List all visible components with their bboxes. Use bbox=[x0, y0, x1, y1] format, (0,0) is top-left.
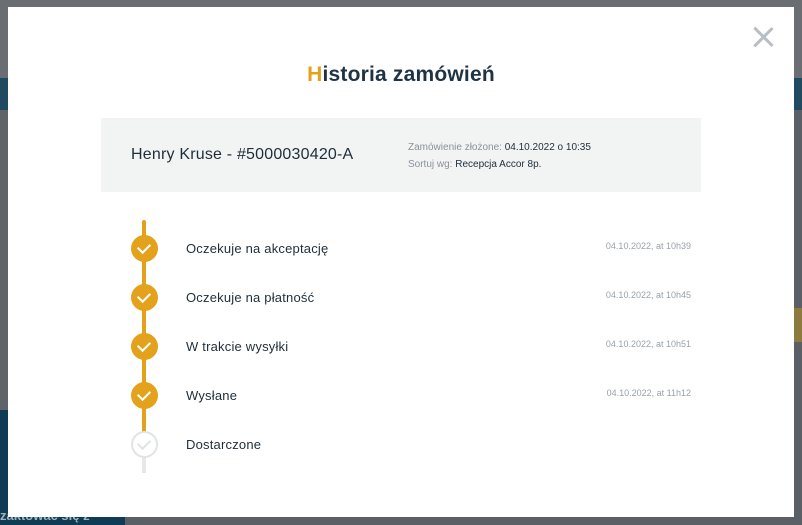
check-circle-icon bbox=[131, 333, 158, 360]
timeline-step: Dostarczone bbox=[131, 431, 691, 459]
title-text: istoria zamówień bbox=[322, 63, 495, 86]
step-label: Dostarczone bbox=[186, 437, 262, 452]
order-info-box: Henry Kruse - #5000030420-A Zamówienie z… bbox=[101, 118, 701, 192]
background-nav-bar bbox=[0, 78, 8, 110]
timeline-step: W trakcie wysyłki 04.10.2022, at 10h51 bbox=[131, 333, 691, 361]
step-label: Wysłane bbox=[186, 388, 238, 403]
order-sort-label: Sortuj wg: bbox=[408, 159, 453, 170]
background-nav-bar-right bbox=[793, 78, 802, 110]
check-circle-icon bbox=[131, 235, 158, 262]
order-meta: Zamówienie złożone: 04.10.2022 o 10:35 S… bbox=[408, 139, 591, 173]
order-history-modal: Historia zamówień Henry Kruse - #5000030… bbox=[8, 7, 794, 517]
close-icon[interactable] bbox=[752, 26, 774, 48]
order-placed-row: Zamówienie złożone: 04.10.2022 o 10:35 bbox=[408, 139, 591, 156]
step-time: 04.10.2022, at 10h51 bbox=[605, 339, 691, 349]
background-sidebar bbox=[0, 110, 8, 410]
check-circle-icon bbox=[131, 284, 158, 311]
modal-title: Historia zamówień bbox=[8, 63, 794, 87]
order-sort-value: Recepcja Accor 8p. bbox=[455, 159, 542, 170]
order-placed-label: Zamówienie złożone: bbox=[408, 142, 502, 153]
title-accent-letter: H bbox=[307, 63, 323, 86]
pending-check-circle-icon bbox=[131, 431, 158, 458]
timeline-step: Oczekuje na płatność 04.10.2022, at 10h4… bbox=[131, 284, 691, 312]
timeline-step: Wysłane 04.10.2022, at 11h12 bbox=[131, 382, 691, 410]
background-accent-strip bbox=[793, 308, 802, 342]
step-time: 04.10.2022, at 11h12 bbox=[606, 388, 691, 398]
order-name: Henry Kruse - #5000030420-A bbox=[131, 146, 354, 163]
step-label: Oczekuje na akceptację bbox=[186, 241, 329, 256]
order-sort-row: Sortuj wg: Recepcja Accor 8p. bbox=[408, 156, 591, 173]
step-label: Oczekuje na płatność bbox=[186, 290, 315, 305]
timeline-step: Oczekuje na akceptację 04.10.2022, at 10… bbox=[131, 235, 691, 263]
step-time: 04.10.2022, at 10h39 bbox=[605, 241, 691, 251]
step-label: W trakcie wysyłki bbox=[186, 339, 289, 354]
check-circle-icon bbox=[131, 382, 158, 409]
order-placed-value: 04.10.2022 o 10:35 bbox=[504, 142, 591, 153]
step-time: 04.10.2022, at 10h45 bbox=[605, 290, 691, 300]
